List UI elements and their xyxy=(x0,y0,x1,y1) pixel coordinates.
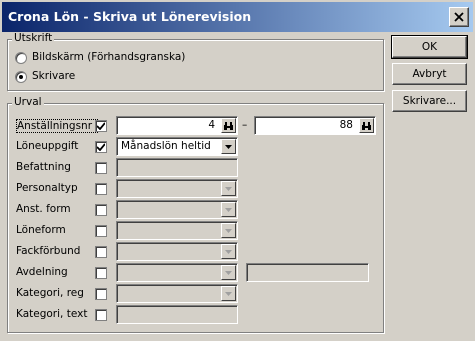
checkbox-anstallningsnr[interactable] xyxy=(95,120,107,132)
title-bar[interactable]: Crona Lön - Skriva ut Lönerevision xyxy=(2,2,473,32)
checkbox-anst-form[interactable] xyxy=(95,204,107,216)
radio-preview-label[interactable]: Bildskärm (Förhandsgranska) xyxy=(32,51,185,63)
cancel-button[interactable]: Avbryt xyxy=(392,63,467,85)
utskrift-legend: Utskrift xyxy=(12,32,55,44)
range-separator: – xyxy=(242,119,248,131)
row-label-befattning: Befattning xyxy=(16,161,71,173)
checkmark-icon xyxy=(97,143,105,151)
chevron-down-icon xyxy=(225,229,232,233)
ok-button[interactable]: OK xyxy=(391,35,468,59)
close-icon xyxy=(454,12,464,22)
radio-preview[interactable] xyxy=(15,52,27,64)
befattning-input xyxy=(116,158,238,177)
row-label-kategori-reg: Kategori, reg xyxy=(16,287,84,299)
loneuppgift-dropdown-button[interactable] xyxy=(221,139,236,154)
chevron-down-icon xyxy=(225,208,232,212)
avdelning-dropdown-button xyxy=(221,265,236,280)
utskrift-group xyxy=(7,39,384,91)
personaltyp-select xyxy=(116,179,238,198)
loneform-dropdown-button xyxy=(221,223,236,238)
anstallningsnr-to-search-button[interactable] xyxy=(359,118,374,133)
binoculars-icon xyxy=(362,122,371,130)
row-label-anstallningsnr: Anställningsnr xyxy=(16,119,98,133)
anstallningsnr-to-value: 88 xyxy=(339,119,353,131)
row-label-loneform: Löneform xyxy=(16,224,66,236)
row-label-fackforbund: Fackförbund xyxy=(16,245,81,257)
kategori-reg-select xyxy=(116,284,238,303)
kategori-reg-dropdown-button xyxy=(221,286,236,301)
urval-legend: Urval xyxy=(12,96,44,108)
chevron-down-icon xyxy=(225,250,232,254)
dialog-window: Crona Lön - Skriva ut Lönerevision Utskr… xyxy=(0,0,475,341)
checkbox-fackforbund[interactable] xyxy=(95,246,107,258)
loneform-select xyxy=(116,221,238,240)
fackforbund-dropdown-button xyxy=(221,244,236,259)
row-label-personaltyp: Personaltyp xyxy=(16,182,78,194)
checkbox-loneuppgift[interactable] xyxy=(95,141,107,153)
binoculars-icon xyxy=(224,122,233,130)
anstallningsnr-to-input[interactable]: 88 xyxy=(254,116,376,135)
checkbox-avdelning[interactable] xyxy=(95,267,107,279)
fackforbund-select xyxy=(116,242,238,261)
anstallningsnr-from-search-button[interactable] xyxy=(221,118,236,133)
close-button[interactable] xyxy=(449,7,469,27)
checkbox-befattning[interactable] xyxy=(95,162,107,174)
anstallningsnr-from-input[interactable]: 4 xyxy=(116,116,238,135)
row-label-avdelning: Avdelning xyxy=(16,266,68,278)
radio-printer-label[interactable]: Skrivare xyxy=(32,70,75,82)
checkbox-kategori-reg[interactable] xyxy=(95,288,107,300)
personaltyp-dropdown-button xyxy=(221,181,236,196)
avdelning-description-field xyxy=(246,263,369,282)
checkbox-kategori-text[interactable] xyxy=(95,309,107,321)
chevron-down-icon xyxy=(225,292,232,296)
avdelning-select xyxy=(116,263,238,282)
window-title: Crona Lön - Skriva ut Lönerevision xyxy=(8,9,252,24)
row-label-kategori-text: Kategori, text xyxy=(16,308,88,320)
loneuppgift-select[interactable]: Månadslön heltid xyxy=(116,137,238,156)
checkmark-icon xyxy=(97,122,105,130)
radio-selected-dot xyxy=(19,75,23,79)
anst-form-dropdown-button xyxy=(221,202,236,217)
checkbox-loneform[interactable] xyxy=(95,225,107,237)
chevron-down-icon xyxy=(225,187,232,191)
chevron-down-icon xyxy=(225,271,232,275)
anstallningsnr-from-value: 4 xyxy=(208,119,215,131)
row-label-loneuppgift: Löneuppgift xyxy=(16,140,79,152)
checkbox-personaltyp[interactable] xyxy=(95,183,107,195)
loneuppgift-selected-value: Månadslön heltid xyxy=(121,140,211,152)
chevron-down-icon xyxy=(225,145,232,149)
radio-printer[interactable] xyxy=(15,71,27,83)
anst-form-select xyxy=(116,200,238,219)
printer-button[interactable]: Skrivare... xyxy=(392,90,467,112)
kategori-text-input xyxy=(116,305,238,324)
row-label-anst-form: Anst. form xyxy=(16,203,71,215)
